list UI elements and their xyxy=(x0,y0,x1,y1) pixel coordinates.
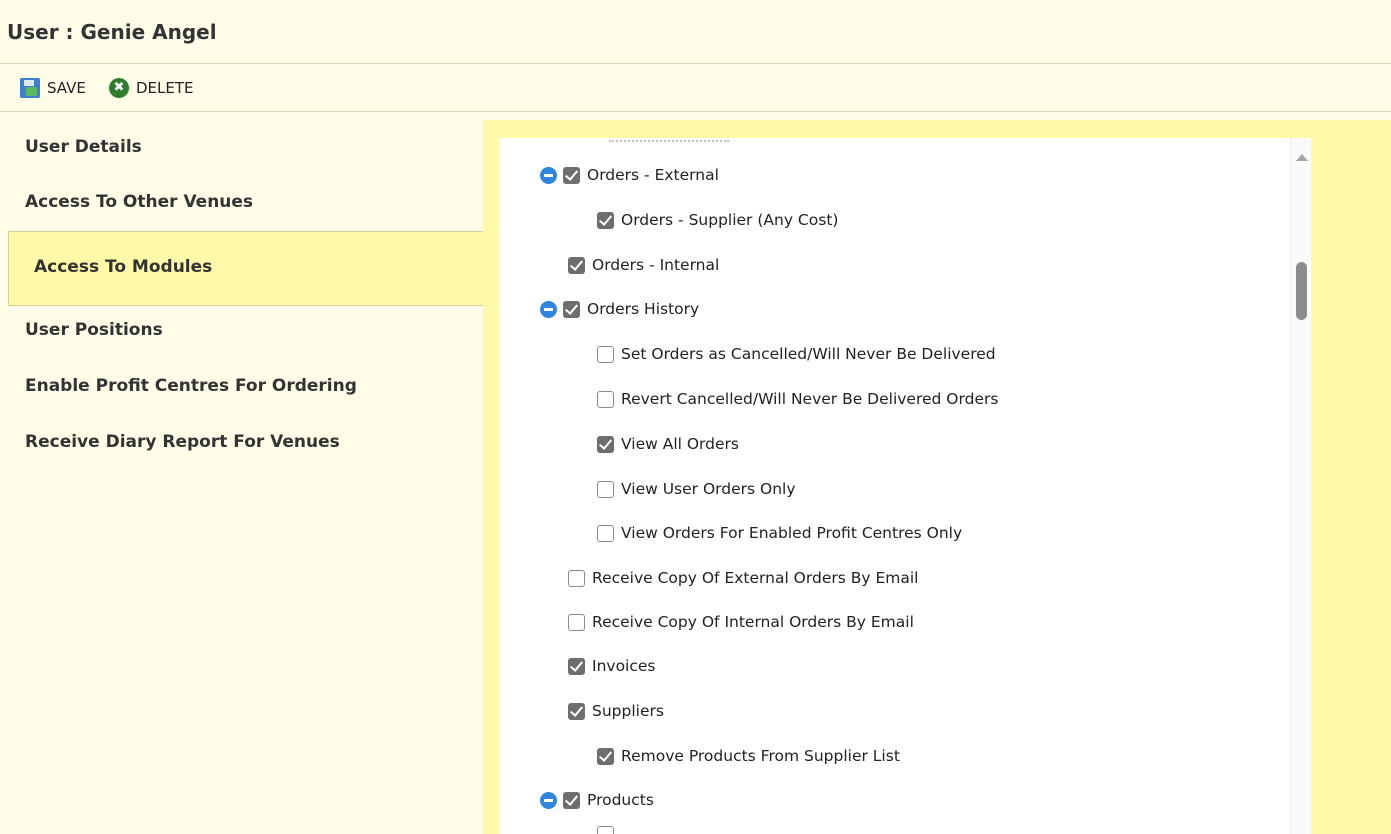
tree-row-label: Receive Copy Of External Orders By Email xyxy=(592,569,919,587)
sidebar-item-user-positions[interactable]: User Positions xyxy=(0,320,483,348)
checkbox[interactable] xyxy=(597,211,614,229)
tree-row-receive-external-orders-email: Receive Copy Of External Orders By Email xyxy=(568,566,918,590)
tree-row-products: Products xyxy=(540,788,654,812)
tree-row-view-user-orders-only: View User Orders Only xyxy=(597,477,796,501)
save-icon xyxy=(20,78,40,98)
checkbox[interactable] xyxy=(597,747,614,765)
tree-row-label: Invoices xyxy=(592,657,656,675)
checkbox[interactable] xyxy=(597,524,614,542)
tree-row-label: View All Orders xyxy=(621,435,739,453)
checkbox[interactable] xyxy=(568,256,585,274)
checkbox[interactable] xyxy=(597,826,614,834)
collapse-icon[interactable] xyxy=(540,791,557,809)
tree-row-view-orders-enabled-profit-centres: View Orders For Enabled Profit Centres O… xyxy=(597,521,962,545)
tree-row-set-orders-cancelled: Set Orders as Cancelled/Will Never Be De… xyxy=(597,342,996,366)
tree-row-invoices: Invoices xyxy=(568,654,656,678)
sidebar: User Details Access To Other Venues Acce… xyxy=(0,113,484,834)
tree-row-suppliers: Suppliers xyxy=(568,699,664,723)
sidebar-item-access-to-other-venues[interactable]: Access To Other Venues xyxy=(0,192,483,220)
sidebar-item-label: Enable Profit Centres For Ordering xyxy=(25,376,357,396)
tree-row-receive-internal-orders-email: Receive Copy Of Internal Orders By Email xyxy=(568,610,914,634)
tree-row-label: Remove Products From Supplier List xyxy=(621,747,900,765)
sidebar-item-label: Receive Diary Report For Venues xyxy=(25,432,340,452)
tree-row-orders-history: Orders History xyxy=(540,297,699,321)
tree-row-label: Receive Copy Of Internal Orders By Email xyxy=(592,613,914,631)
sidebar-item-label: Access To Modules xyxy=(34,257,213,277)
clipped-row xyxy=(609,138,729,142)
tree-row-label: Orders - Supplier (Any Cost) xyxy=(621,211,839,229)
checkbox[interactable] xyxy=(568,702,585,720)
toolbar: SAVE ✖ DELETE xyxy=(0,64,1391,112)
sidebar-item-access-to-modules[interactable]: Access To Modules xyxy=(8,231,484,306)
tree-row-label: Orders - External xyxy=(587,166,719,184)
save-button[interactable]: SAVE xyxy=(20,77,86,99)
checkbox[interactable] xyxy=(568,569,585,587)
checkbox[interactable] xyxy=(563,300,580,318)
delete-icon: ✖ xyxy=(109,78,129,98)
vertical-scrollbar[interactable] xyxy=(1290,138,1311,834)
tree-row-label: Set Orders as Cancelled/Will Never Be De… xyxy=(621,345,996,363)
checkbox[interactable] xyxy=(597,435,614,453)
tree-row-label: Revert Cancelled/Will Never Be Delivered… xyxy=(621,390,999,408)
tree-row-revert-cancelled: Revert Cancelled/Will Never Be Delivered… xyxy=(597,387,998,411)
checkbox[interactable] xyxy=(597,480,614,498)
tree-row-label: Suppliers xyxy=(592,702,664,720)
checkbox[interactable] xyxy=(563,166,580,184)
tree-row-label: View Orders For Enabled Profit Centres O… xyxy=(621,524,963,542)
checkbox[interactable] xyxy=(597,345,614,363)
save-label: SAVE xyxy=(47,79,86,97)
tree-row-label: Orders History xyxy=(587,300,700,318)
sidebar-item-label: Access To Other Venues xyxy=(25,192,254,212)
checkbox[interactable] xyxy=(568,657,585,675)
collapse-icon[interactable] xyxy=(540,300,557,318)
sidebar-item-enable-profit-centres[interactable]: Enable Profit Centres For Ordering xyxy=(0,376,483,404)
sidebar-item-label: User Positions xyxy=(25,320,163,340)
tree-row-orders-supplier: Orders - Supplier (Any Cost) xyxy=(597,208,838,232)
tree-row-orders-internal: Orders - Internal xyxy=(568,253,719,277)
checkbox[interactable] xyxy=(563,791,580,809)
tree-row-label: Products xyxy=(587,791,654,809)
checkbox[interactable] xyxy=(568,613,585,631)
collapse-icon[interactable] xyxy=(540,166,557,184)
tree-row-remove-products-supplier-list: Remove Products From Supplier List xyxy=(597,744,900,768)
tree-row-label: View User Orders Only xyxy=(621,480,796,498)
modules-content: Orders - External Orders - Supplier (Any… xyxy=(483,120,1391,834)
sidebar-item-user-details[interactable]: User Details xyxy=(0,137,483,165)
scroll-up-icon[interactable] xyxy=(1296,154,1308,161)
checkbox[interactable] xyxy=(597,390,614,408)
title-bar: User : Genie Angel xyxy=(0,0,1391,64)
tree-row-orders-external: Orders - External xyxy=(540,163,719,187)
sidebar-item-label: User Details xyxy=(25,137,142,157)
tree-row-label: Orders - Internal xyxy=(592,256,720,274)
sidebar-item-receive-diary-report[interactable]: Receive Diary Report For Venues xyxy=(0,432,483,460)
tree-row-view-all-orders: View All Orders xyxy=(597,432,739,456)
delete-button[interactable]: ✖ DELETE xyxy=(109,77,194,99)
page-title: User : Genie Angel xyxy=(7,20,217,44)
modules-tree-panel: Orders - External Orders - Supplier (Any… xyxy=(499,138,1311,834)
delete-label: DELETE xyxy=(136,79,194,97)
scroll-thumb[interactable] xyxy=(1296,262,1307,320)
